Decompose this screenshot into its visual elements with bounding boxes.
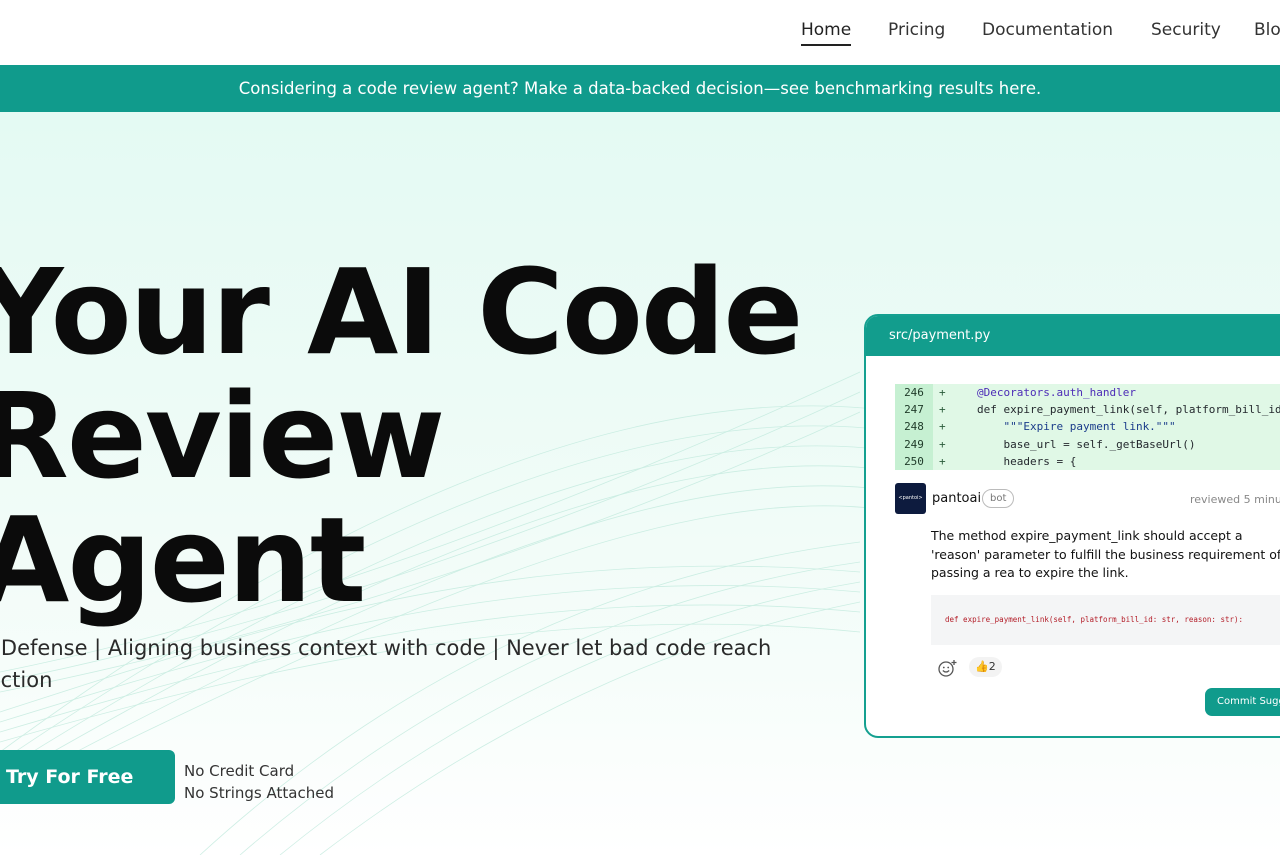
line-number: 250 (895, 452, 933, 470)
diff-code: @Decorators.auth_handler (977, 386, 1136, 399)
headline-line-1: Your AI Code (0, 243, 803, 381)
code-suggestion: def expire_payment_link(self, platform_b… (931, 595, 1280, 645)
diff-code: base_url = self._getBaseUrl() (977, 437, 1196, 451)
review-comment: The method expire_payment_link should ac… (931, 528, 1280, 580)
cta-note-line-2: No Strings Attached (184, 784, 334, 802)
cta-note: No Credit Card No Strings Attached (184, 760, 334, 804)
hero-section: Your AI Code Review Agent of Defense | A… (0, 112, 1280, 855)
diff-code: headers = { (977, 454, 1077, 468)
diff-row: 250 + headers = { (895, 452, 1280, 470)
headline-line-3: Agent (0, 491, 366, 629)
code-diff: 246 + @Decorators.auth_handler 247 + def… (895, 384, 1280, 470)
cta-note-line-1: No Credit Card (184, 762, 295, 780)
diff-code: def expire_payment_link(self, platform_b… (977, 403, 1280, 417)
commit-suggestion-button[interactable]: Commit Sugge (1205, 688, 1280, 716)
announcement-banner[interactable]: Considering a code review agent? Make a … (0, 65, 1280, 112)
thumbs-up-reaction[interactable]: 👍2 (969, 657, 1002, 677)
try-for-free-button[interactable]: Try For Free (0, 750, 175, 804)
suggestion-code: def expire_payment_link(self, platform_b… (945, 615, 1244, 624)
diff-row: 247 + def expire_payment_link(self, plat… (895, 401, 1280, 419)
line-number: 248 (895, 418, 933, 436)
hero-headline: Your AI Code Review Agent (0, 243, 803, 629)
bot-name: pantoai (932, 491, 982, 506)
diff-sign: + (939, 437, 946, 451)
nav-home[interactable]: Home (801, 20, 852, 46)
headline-line-2: Review (0, 367, 445, 505)
diff-sign: + (939, 403, 946, 417)
line-number: 246 (895, 384, 933, 402)
line-number: 247 (895, 401, 933, 419)
nav-documentation[interactable]: Documentation (982, 20, 1113, 40)
nav-pricing[interactable]: Pricing (888, 20, 945, 40)
hero-subhead: of Defense | Aligning business context w… (0, 636, 772, 692)
code-review-card: src/payment.py 246 + @Decorators.auth_ha… (864, 314, 1280, 738)
diff-code: """Expire payment link.""" (977, 420, 1176, 434)
smiley-add-icon[interactable] (937, 658, 961, 678)
diff-sign: + (939, 386, 946, 399)
nav-blog[interactable]: Blo (1254, 20, 1280, 40)
diff-row: 248 + """Expire payment link.""" (895, 418, 1280, 436)
diff-row: 249 + base_url = self._getBaseUrl() (895, 435, 1280, 453)
smiley-add-icon-svg (938, 660, 957, 677)
bot-badge: bot (982, 489, 1015, 508)
nav-security[interactable]: Security (1151, 20, 1221, 40)
file-path: src/payment.py (866, 316, 1280, 356)
bot-avatar: <pantoi> (895, 483, 926, 514)
diff-sign: + (939, 420, 946, 434)
top-nav: Home Pricing Documentation Security Blo (0, 0, 1280, 65)
review-timestamp: reviewed 5 minute (1190, 493, 1280, 506)
diff-row: 246 + @Decorators.auth_handler (895, 384, 1280, 402)
line-number: 249 (895, 435, 933, 453)
diff-sign: + (939, 454, 946, 468)
